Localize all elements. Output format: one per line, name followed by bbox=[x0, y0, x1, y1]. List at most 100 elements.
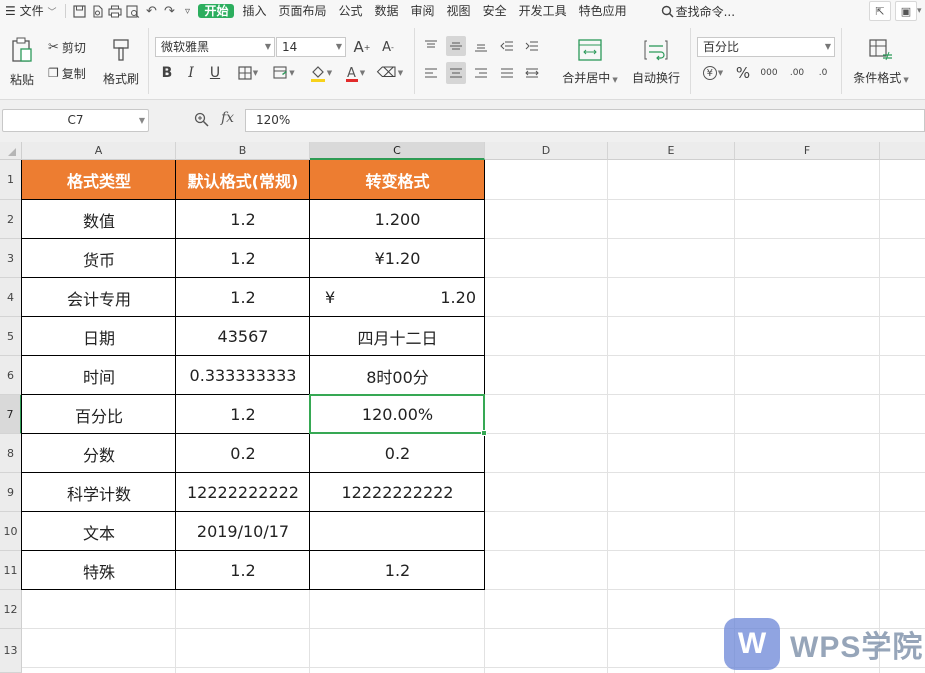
row-header-11[interactable]: 11 bbox=[0, 551, 22, 590]
cell-b6[interactable]: 0.333333333 bbox=[176, 356, 310, 395]
customize-toolbar-icon[interactable]: ▿ bbox=[178, 0, 196, 22]
cell-c5[interactable]: 四月十二日 bbox=[310, 317, 485, 356]
row-header-9[interactable]: 9 bbox=[0, 473, 22, 512]
insert-function-button[interactable]: fx bbox=[221, 110, 234, 126]
font-name-select[interactable]: 微软雅黑 ▼ bbox=[155, 37, 275, 57]
redo-icon[interactable]: ↷ bbox=[160, 0, 178, 22]
justify-icon[interactable] bbox=[497, 62, 517, 84]
cell-c2[interactable]: 1.200 bbox=[310, 200, 485, 239]
tab-view[interactable]: 视图 bbox=[441, 0, 477, 22]
cell-a4[interactable]: 会计专用 bbox=[22, 278, 176, 317]
cell-c4[interactable]: ¥ 1.20 bbox=[310, 278, 485, 317]
column-header-c[interactable]: C bbox=[310, 142, 485, 160]
tab-data[interactable]: 数据 bbox=[369, 0, 405, 22]
cell-a6[interactable]: 时间 bbox=[22, 356, 176, 395]
row-header-3[interactable]: 3 bbox=[0, 239, 22, 278]
distributed-align-icon[interactable] bbox=[522, 62, 542, 84]
formula-input[interactable]: 120% bbox=[245, 109, 925, 132]
select-all-button[interactable] bbox=[0, 142, 22, 160]
tab-insert[interactable]: 插入 bbox=[236, 0, 272, 22]
align-middle-icon[interactable] bbox=[446, 36, 466, 56]
cell-c11[interactable]: 1.2 bbox=[310, 551, 485, 590]
increase-font-size-icon[interactable]: A + bbox=[352, 36, 372, 58]
cell-b7[interactable]: 1.2 bbox=[176, 395, 310, 434]
spreadsheet-grid[interactable]: A B C D E F 1 2 3 4 5 6 7 8 9 10 11 12 1… bbox=[0, 142, 925, 673]
row-header-7[interactable]: 7 bbox=[0, 395, 22, 434]
align-right-icon[interactable] bbox=[471, 62, 491, 84]
tab-formulas[interactable]: 公式 bbox=[333, 0, 369, 22]
clear-format-button[interactable]: ⌫ ▼ bbox=[374, 62, 406, 84]
decrease-font-size-icon[interactable]: A- bbox=[378, 36, 398, 58]
row-header-1[interactable]: 1 bbox=[0, 160, 22, 200]
column-header-e[interactable]: E bbox=[608, 142, 735, 160]
cell-b2[interactable]: 1.2 bbox=[176, 200, 310, 239]
thousands-separator-button[interactable]: 000 bbox=[758, 63, 780, 83]
undo-icon[interactable]: ↶ bbox=[142, 0, 160, 22]
cell-c3[interactable]: ¥1.20 bbox=[310, 239, 485, 278]
cell-c9[interactable]: 12222222222 bbox=[310, 473, 485, 512]
decrease-indent-icon[interactable] bbox=[497, 36, 517, 56]
row-header-12[interactable]: 12 bbox=[0, 590, 22, 629]
fill-color-button[interactable]: ▼ bbox=[306, 62, 336, 84]
row-header-2[interactable]: 2 bbox=[0, 200, 22, 239]
command-search[interactable]: 查找命令... bbox=[661, 0, 735, 22]
row-header-6[interactable]: 6 bbox=[0, 356, 22, 395]
format-painter-button[interactable]: 格式刷 bbox=[100, 34, 142, 90]
underline-button[interactable]: U bbox=[206, 63, 224, 83]
italic-button[interactable]: I bbox=[182, 63, 200, 83]
decrease-decimal-button[interactable]: .0 bbox=[812, 63, 834, 83]
export-icon[interactable] bbox=[88, 0, 106, 22]
column-header-a[interactable]: A bbox=[22, 142, 176, 160]
row-header-13[interactable]: 13 bbox=[0, 629, 22, 673]
cell-b9[interactable]: 12222222222 bbox=[176, 473, 310, 512]
row-header-4[interactable]: 4 bbox=[0, 278, 22, 317]
copy-button[interactable]: ❐ 复制 bbox=[48, 63, 86, 83]
number-format-select[interactable]: 百分比 ▼ bbox=[697, 37, 835, 57]
borders-button[interactable]: ▼ bbox=[234, 63, 262, 83]
cell-a7[interactable]: 百分比 bbox=[22, 395, 176, 434]
cell-c6[interactable]: 8时00分 bbox=[310, 356, 485, 395]
tab-developer[interactable]: 开发工具 bbox=[513, 0, 573, 22]
cell-b1[interactable]: 默认格式(常规) bbox=[176, 160, 310, 200]
zoom-formula-icon[interactable] bbox=[194, 112, 209, 131]
print-preview-icon[interactable] bbox=[124, 0, 142, 22]
name-box[interactable]: C7 ▼ bbox=[2, 109, 149, 132]
cell-b4[interactable]: 1.2 bbox=[176, 278, 310, 317]
align-top-icon[interactable] bbox=[421, 36, 441, 56]
share-icon[interactable]: ⇱ bbox=[869, 1, 891, 21]
cell-b5[interactable]: 43567 bbox=[176, 317, 310, 356]
cell-a3[interactable]: 货币 bbox=[22, 239, 176, 278]
currency-format-button[interactable]: ¥ ▼ bbox=[699, 63, 727, 83]
column-header-f[interactable]: F bbox=[735, 142, 880, 160]
tab-security[interactable]: 安全 bbox=[477, 0, 513, 22]
cell-a10[interactable]: 文本 bbox=[22, 512, 176, 551]
tab-review[interactable]: 审阅 bbox=[405, 0, 441, 22]
tab-special-apps[interactable]: 特色应用 bbox=[573, 0, 633, 22]
fill-handle[interactable] bbox=[481, 430, 487, 436]
cell-a2[interactable]: 数值 bbox=[22, 200, 176, 239]
cell-c8[interactable]: 0.2 bbox=[310, 434, 485, 473]
cut-button[interactable]: ✂ 剪切 bbox=[48, 37, 86, 57]
cell-a9[interactable]: 科学计数 bbox=[22, 473, 176, 512]
cell-c10[interactable] bbox=[310, 512, 485, 551]
cell-b8[interactable]: 0.2 bbox=[176, 434, 310, 473]
window-options-icon[interactable]: ▣ bbox=[895, 1, 917, 21]
align-left-icon[interactable] bbox=[421, 62, 441, 84]
column-header-b[interactable]: B bbox=[176, 142, 310, 160]
increase-indent-icon[interactable] bbox=[522, 36, 542, 56]
cell-c1[interactable]: 转变格式 bbox=[310, 160, 485, 200]
cell-b3[interactable]: 1.2 bbox=[176, 239, 310, 278]
increase-decimal-button[interactable]: .00 bbox=[786, 63, 808, 83]
cell-a11[interactable]: 特殊 bbox=[22, 551, 176, 590]
column-header-d[interactable]: D bbox=[485, 142, 608, 160]
tab-page-layout[interactable]: 页面布局 bbox=[272, 0, 332, 22]
print-icon[interactable] bbox=[106, 0, 124, 22]
bold-button[interactable]: B bbox=[158, 63, 176, 83]
row-header-5[interactable]: 5 bbox=[0, 317, 22, 356]
tab-home[interactable]: 开始 bbox=[196, 0, 236, 22]
cell-style-button[interactable]: ▼ bbox=[270, 63, 298, 83]
file-menu[interactable]: ☰ 文件 ﹀ bbox=[0, 0, 61, 22]
align-center-icon[interactable] bbox=[446, 62, 466, 84]
column-header-g[interactable] bbox=[880, 142, 925, 160]
row-header-10[interactable]: 10 bbox=[0, 512, 22, 551]
